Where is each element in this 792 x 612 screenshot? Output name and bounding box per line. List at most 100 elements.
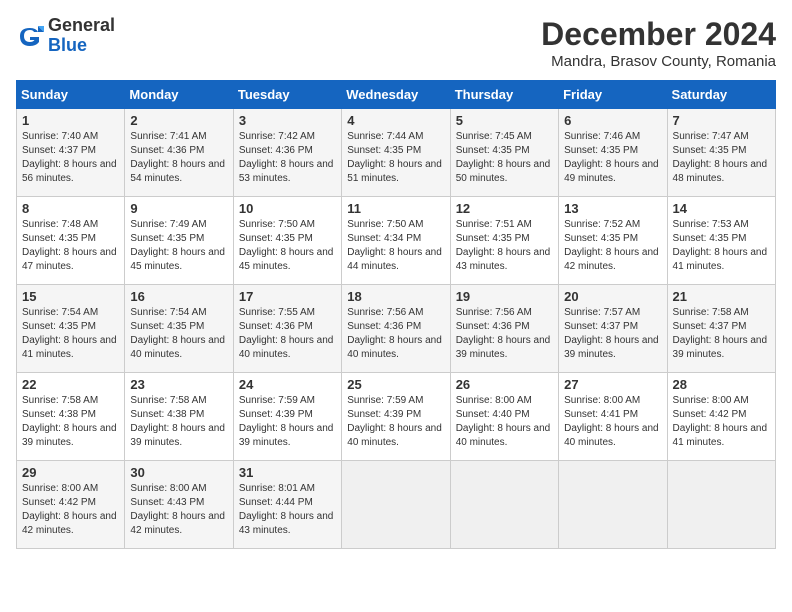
day-number: 18 [347, 289, 444, 304]
calendar-cell [342, 461, 450, 549]
weekday-header: Tuesday [233, 81, 341, 109]
cell-info: Sunrise: 7:54 AMSunset: 4:35 PMDaylight:… [130, 307, 225, 360]
cell-info: Sunrise: 8:00 AMSunset: 4:43 PMDaylight:… [130, 483, 225, 536]
day-number: 26 [456, 377, 553, 392]
cell-info: Sunrise: 7:59 AMSunset: 4:39 PMDaylight:… [347, 395, 442, 448]
day-number: 5 [456, 113, 553, 128]
day-number: 30 [130, 465, 227, 480]
day-number: 2 [130, 113, 227, 128]
calendar-cell: 10Sunrise: 7:50 AMSunset: 4:35 PMDayligh… [233, 197, 341, 285]
calendar-cell: 20 Sunrise: 7:57 AMSunset: 4:37 PMDayligh… [559, 285, 667, 373]
weekday-header: Thursday [450, 81, 558, 109]
day-number: 27 [564, 377, 661, 392]
cell-info: Sunrise: 7:45 AMSunset: 4:35 PMDaylight:… [456, 131, 551, 184]
calendar-week-row: 1 Sunrise: 7:40 AMSunset: 4:37 PMDaylight… [17, 109, 776, 197]
cell-info: Sunrise: 7:58 AMSunset: 4:38 PMDaylight:… [130, 395, 225, 448]
cell-info: Sunrise: 7:44 AMSunset: 4:35 PMDaylight:… [347, 131, 442, 184]
cell-info: Sunrise: 7:42 AMSunset: 4:36 PMDaylight:… [239, 131, 334, 184]
calendar-cell: 16 Sunrise: 7:54 AMSunset: 4:35 PMDayligh… [125, 285, 233, 373]
calendar-cell: 4 Sunrise: 7:44 AMSunset: 4:35 PMDaylight… [342, 109, 450, 197]
calendar-cell: 28 Sunrise: 8:00 AMSunset: 4:42 PMDayligh… [667, 373, 775, 461]
calendar-cell: 9 Sunrise: 7:49 AMSunset: 4:35 PMDaylight… [125, 197, 233, 285]
calendar-cell: 1 Sunrise: 7:40 AMSunset: 4:37 PMDaylight… [17, 109, 125, 197]
cell-info: Sunrise: 8:00 AMSunset: 4:40 PMDaylight:… [456, 395, 551, 448]
day-number: 23 [130, 377, 227, 392]
day-number: 24 [239, 377, 336, 392]
cell-info: Sunrise: 7:57 AMSunset: 4:37 PMDaylight:… [564, 307, 659, 360]
cell-info: Sunrise: 7:47 AMSunset: 4:35 PMDaylight:… [673, 131, 768, 184]
calendar-cell: 30 Sunrise: 8:00 AMSunset: 4:43 PMDayligh… [125, 461, 233, 549]
calendar-week-row: 22 Sunrise: 7:58 AMSunset: 4:38 PMDayligh… [17, 373, 776, 461]
calendar-table: SundayMondayTuesdayWednesdayThursdayFrid… [16, 80, 776, 549]
day-number: 15 [22, 289, 119, 304]
day-number: 25 [347, 377, 444, 392]
day-number: 8 [22, 201, 119, 216]
cell-info: Sunrise: 7:56 AMSunset: 4:36 PMDaylight:… [456, 307, 551, 360]
calendar-cell: 7 Sunrise: 7:47 AMSunset: 4:35 PMDaylight… [667, 109, 775, 197]
calendar-cell: 25 Sunrise: 7:59 AMSunset: 4:39 PMDayligh… [342, 373, 450, 461]
cell-info: Sunrise: 7:50 AMSunset: 4:35 PMDaylight:… [239, 219, 334, 272]
cell-info: Sunrise: 7:49 AMSunset: 4:35 PMDaylight:… [130, 219, 225, 272]
cell-info: Sunrise: 7:40 AMSunset: 4:37 PMDaylight:… [22, 131, 117, 184]
calendar-cell: 26 Sunrise: 8:00 AMSunset: 4:40 PMDayligh… [450, 373, 558, 461]
cell-info: Sunrise: 7:48 AMSunset: 4:35 PMDaylight:… [22, 219, 117, 272]
day-number: 29 [22, 465, 119, 480]
month-year: December 2024 [541, 16, 776, 53]
weekday-header: Wednesday [342, 81, 450, 109]
day-number: 22 [22, 377, 119, 392]
cell-info: Sunrise: 7:50 AMSunset: 4:34 PMDaylight:… [347, 219, 442, 272]
day-number: 16 [130, 289, 227, 304]
logo: General Blue [16, 16, 115, 56]
calendar-cell: 27Sunrise: 8:00 AMSunset: 4:41 PMDayligh… [559, 373, 667, 461]
cell-info: Sunrise: 7:55 AMSunset: 4:36 PMDaylight:… [239, 307, 334, 360]
cell-info: Sunrise: 7:58 AMSunset: 4:38 PMDaylight:… [22, 395, 117, 448]
calendar-cell: 13 Sunrise: 7:52 AMSunset: 4:35 PMDayligh… [559, 197, 667, 285]
day-number: 21 [673, 289, 770, 304]
weekday-header: Saturday [667, 81, 775, 109]
calendar-week-row: 29Sunrise: 8:00 AMSunset: 4:42 PMDayligh… [17, 461, 776, 549]
calendar-cell [559, 461, 667, 549]
calendar-cell [450, 461, 558, 549]
day-number: 3 [239, 113, 336, 128]
calendar-week-row: 15 Sunrise: 7:54 AMSunset: 4:35 PMDayligh… [17, 285, 776, 373]
day-number: 7 [673, 113, 770, 128]
cell-info: Sunrise: 7:53 AMSunset: 4:35 PMDaylight:… [673, 219, 768, 272]
calendar-cell: 3 Sunrise: 7:42 AMSunset: 4:36 PMDaylight… [233, 109, 341, 197]
day-number: 20 [564, 289, 661, 304]
cell-info: Sunrise: 8:01 AMSunset: 4:44 PMDaylight:… [239, 483, 334, 536]
cell-info: Sunrise: 7:54 AMSunset: 4:35 PMDaylight:… [22, 307, 117, 360]
calendar-cell: 24Sunrise: 7:59 AMSunset: 4:39 PMDayligh… [233, 373, 341, 461]
day-number: 11 [347, 201, 444, 216]
calendar-cell: 31 Sunrise: 8:01 AMSunset: 4:44 PMDayligh… [233, 461, 341, 549]
calendar-cell: 19Sunrise: 7:56 AMSunset: 4:36 PMDayligh… [450, 285, 558, 373]
cell-info: Sunrise: 7:46 AMSunset: 4:35 PMDaylight:… [564, 131, 659, 184]
title-block: December 2024 Mandra, Brasov County, Rom… [541, 16, 776, 70]
calendar-cell: 22 Sunrise: 7:58 AMSunset: 4:38 PMDayligh… [17, 373, 125, 461]
calendar-cell: 2 Sunrise: 7:41 AMSunset: 4:36 PMDaylight… [125, 109, 233, 197]
day-number: 14 [673, 201, 770, 216]
calendar-cell: 15 Sunrise: 7:54 AMSunset: 4:35 PMDayligh… [17, 285, 125, 373]
calendar-cell: 23 Sunrise: 7:58 AMSunset: 4:38 PMDayligh… [125, 373, 233, 461]
day-number: 9 [130, 201, 227, 216]
day-number: 12 [456, 201, 553, 216]
weekday-header: Monday [125, 81, 233, 109]
page-header: General Blue December 2024 Mandra, Braso… [16, 16, 776, 70]
location: Mandra, Brasov County, Romania [541, 53, 776, 70]
cell-info: Sunrise: 8:00 AMSunset: 4:42 PMDaylight:… [673, 395, 768, 448]
cell-info: Sunrise: 7:56 AMSunset: 4:36 PMDaylight:… [347, 307, 442, 360]
calendar-cell: 12 Sunrise: 7:51 AMSunset: 4:35 PMDayligh… [450, 197, 558, 285]
cell-info: Sunrise: 7:52 AMSunset: 4:35 PMDaylight:… [564, 219, 659, 272]
weekday-header: Sunday [17, 81, 125, 109]
calendar-cell: 8 Sunrise: 7:48 AMSunset: 4:35 PMDaylight… [17, 197, 125, 285]
calendar-cell: 5 Sunrise: 7:45 AMSunset: 4:35 PMDaylight… [450, 109, 558, 197]
day-number: 4 [347, 113, 444, 128]
cell-info: Sunrise: 7:58 AMSunset: 4:37 PMDaylight:… [673, 307, 768, 360]
day-number: 28 [673, 377, 770, 392]
day-number: 1 [22, 113, 119, 128]
day-number: 31 [239, 465, 336, 480]
cell-info: Sunrise: 7:51 AMSunset: 4:35 PMDaylight:… [456, 219, 551, 272]
day-number: 6 [564, 113, 661, 128]
day-number: 13 [564, 201, 661, 216]
calendar-week-row: 8 Sunrise: 7:48 AMSunset: 4:35 PMDaylight… [17, 197, 776, 285]
cell-info: Sunrise: 7:41 AMSunset: 4:36 PMDaylight:… [130, 131, 225, 184]
